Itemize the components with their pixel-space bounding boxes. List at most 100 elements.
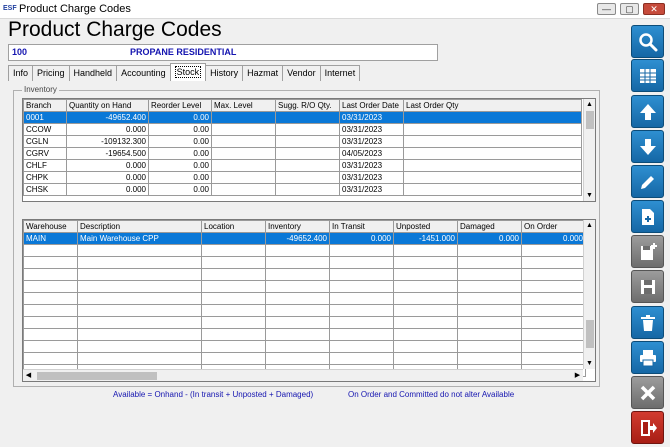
- cell-branch[interactable]: CHSK: [23, 183, 67, 196]
- cell-last-order-date[interactable]: 03/31/2023: [339, 171, 404, 184]
- scroll-thumb[interactable]: [37, 372, 157, 380]
- cell-quantity-on-hand[interactable]: 0.000: [66, 183, 149, 196]
- column-header-sugg-r-o-qty[interactable]: Sugg. R/O Qty.: [275, 99, 340, 112]
- close-button[interactable]: ✕: [643, 3, 665, 15]
- cell-last-order-date[interactable]: 04/05/2023: [339, 147, 404, 160]
- search-button[interactable]: [631, 25, 664, 58]
- cell-location[interactable]: [201, 232, 266, 245]
- cell-unposted[interactable]: -1451.000: [393, 232, 458, 245]
- cell-sugg-r-o-qty[interactable]: [275, 123, 340, 136]
- browse-grid-button[interactable]: [631, 59, 664, 92]
- column-header-in-transit[interactable]: In Transit: [329, 220, 394, 233]
- cell-reorder-level[interactable]: 0.00: [148, 159, 212, 172]
- table-row[interactable]: CGLN -109132.300 0.00 03/31/2023: [23, 135, 582, 148]
- tab-accounting[interactable]: Accounting: [116, 65, 171, 81]
- column-header-inventory[interactable]: Inventory: [265, 220, 330, 233]
- column-header-max-level[interactable]: Max. Level: [211, 99, 276, 112]
- cell-last-order-date[interactable]: 03/31/2023: [339, 183, 404, 196]
- cell-branch[interactable]: CGRV: [23, 147, 67, 160]
- cell-last-order-qty[interactable]: [403, 159, 582, 172]
- cell-last-order-qty[interactable]: [403, 135, 582, 148]
- column-header-last-order-date[interactable]: Last Order Date: [339, 99, 404, 112]
- scroll-up-arrow-icon[interactable]: ▲: [584, 220, 595, 231]
- scroll-up-arrow-icon[interactable]: ▲: [584, 99, 595, 110]
- cell-branch[interactable]: CHPK: [23, 171, 67, 184]
- cell-reorder-level[interactable]: 0.00: [148, 111, 212, 124]
- cell-reorder-level[interactable]: 0.00: [148, 147, 212, 160]
- cell-in-transit[interactable]: 0.000: [329, 232, 394, 245]
- cell-branch[interactable]: CCOW: [23, 123, 67, 136]
- tab-vendor[interactable]: Vendor: [282, 65, 321, 81]
- cell-branch[interactable]: CGLN: [23, 135, 67, 148]
- cell-last-order-date[interactable]: 03/31/2023: [339, 111, 404, 124]
- cell-quantity-on-hand[interactable]: 0.000: [66, 123, 149, 136]
- cell-last-order-qty[interactable]: [403, 111, 582, 124]
- column-header-last-order-qty[interactable]: Last Order Qty: [403, 99, 582, 112]
- column-header-location[interactable]: Location: [201, 220, 266, 233]
- cell-sugg-r-o-qty[interactable]: [275, 111, 340, 124]
- scroll-thumb[interactable]: [586, 320, 594, 348]
- tab-internet[interactable]: Internet: [319, 65, 361, 81]
- previous-record-button[interactable]: [631, 95, 664, 128]
- cell-max-level[interactable]: [211, 159, 276, 172]
- table-row[interactable]: CCOW 0.000 0.00 03/31/2023: [23, 123, 582, 136]
- exit-button[interactable]: [631, 411, 664, 444]
- cancel-button[interactable]: [631, 376, 664, 409]
- cell-branch[interactable]: CHLF: [23, 159, 67, 172]
- column-header-on-order[interactable]: On Order: [521, 220, 586, 233]
- cell-max-level[interactable]: [211, 111, 276, 124]
- cell-reorder-level[interactable]: 0.00: [148, 135, 212, 148]
- cell-sugg-r-o-qty[interactable]: [275, 183, 340, 196]
- scroll-down-arrow-icon[interactable]: ▼: [584, 358, 595, 369]
- cell-last-order-date[interactable]: 03/31/2023: [339, 159, 404, 172]
- maximize-button[interactable]: ▢: [620, 3, 639, 15]
- cell-damaged[interactable]: 0.000: [457, 232, 522, 245]
- cell-inventory[interactable]: -49652.400: [265, 232, 330, 245]
- column-header-quantity-on-hand[interactable]: Quantity on Hand: [66, 99, 149, 112]
- save-button[interactable]: [631, 270, 664, 303]
- cell-branch[interactable]: 0001: [23, 111, 67, 124]
- cell-sugg-r-o-qty[interactable]: [275, 171, 340, 184]
- column-header-unposted[interactable]: Unposted: [393, 220, 458, 233]
- branch-grid-vertical-scrollbar[interactable]: ▲ ▼: [583, 99, 595, 201]
- tab-stock[interactable]: Stock: [169, 63, 207, 81]
- table-row[interactable]: CGRV -19654.500 0.00 04/05/2023: [23, 147, 582, 160]
- cell-description[interactable]: Main Warehouse CPP: [77, 232, 202, 245]
- table-row[interactable]: CHSK 0.000 0.00 03/31/2023: [23, 183, 582, 196]
- cell-max-level[interactable]: [211, 147, 276, 160]
- next-record-button[interactable]: [631, 130, 664, 163]
- scroll-thumb[interactable]: [586, 111, 594, 129]
- minimize-button[interactable]: —: [597, 3, 616, 15]
- cell-sugg-r-o-qty[interactable]: [275, 159, 340, 172]
- column-header-branch[interactable]: Branch: [23, 99, 67, 112]
- scroll-down-arrow-icon[interactable]: ▼: [584, 190, 595, 201]
- delete-button[interactable]: [631, 306, 664, 339]
- column-header-damaged[interactable]: Damaged: [457, 220, 522, 233]
- cell-reorder-level[interactable]: 0.00: [148, 171, 212, 184]
- tab-hazmat[interactable]: Hazmat: [242, 65, 284, 81]
- tab-history[interactable]: History: [205, 65, 244, 81]
- cell-warehouse[interactable]: MAIN: [23, 232, 78, 245]
- cell-sugg-r-o-qty[interactable]: [275, 147, 340, 160]
- column-header-reorder-level[interactable]: Reorder Level: [148, 99, 212, 112]
- cell-last-order-qty[interactable]: [403, 183, 582, 196]
- tab-pricing[interactable]: Pricing: [32, 65, 70, 81]
- cell-quantity-on-hand[interactable]: 0.000: [66, 159, 149, 172]
- table-row[interactable]: CHLF 0.000 0.00 03/31/2023: [23, 159, 582, 172]
- scroll-right-arrow-icon[interactable]: ▶: [572, 370, 583, 381]
- print-button[interactable]: [631, 341, 664, 374]
- cell-max-level[interactable]: [211, 123, 276, 136]
- warehouse-grid-vertical-scrollbar[interactable]: ▲ ▼: [583, 220, 595, 369]
- table-row[interactable]: MAIN Main Warehouse CPP -49652.400 0.000 -14…: [23, 232, 586, 245]
- cell-last-order-date[interactable]: 03/31/2023: [339, 135, 404, 148]
- cell-on-order[interactable]: 0.000: [521, 232, 586, 245]
- cell-quantity-on-hand[interactable]: -19654.500: [66, 147, 149, 160]
- scroll-left-arrow-icon[interactable]: ◀: [23, 370, 34, 381]
- tab-info[interactable]: Info: [8, 65, 34, 81]
- cell-max-level[interactable]: [211, 171, 276, 184]
- cell-last-order-qty[interactable]: [403, 147, 582, 160]
- cell-max-level[interactable]: [211, 183, 276, 196]
- cell-reorder-level[interactable]: 0.00: [148, 183, 212, 196]
- warehouse-grid-horizontal-scrollbar[interactable]: ◀ ▶: [23, 369, 583, 381]
- column-header-description[interactable]: Description: [77, 220, 202, 233]
